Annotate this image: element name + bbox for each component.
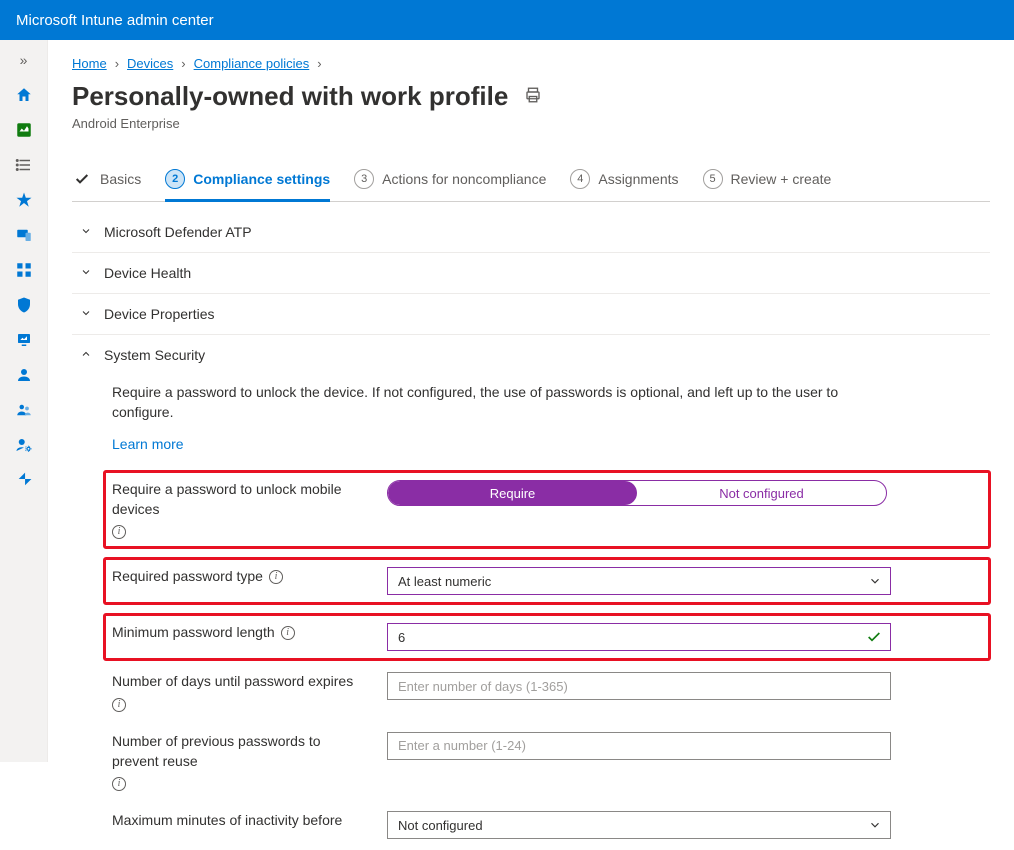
input-min-length[interactable]: 6 xyxy=(387,623,891,651)
tab-review-create[interactable]: 5 Review + create xyxy=(703,159,832,201)
input-previous-reuse[interactable]: Enter a number (1-24) xyxy=(387,732,891,760)
step-number: 3 xyxy=(354,169,374,189)
toggle-option-not-configured[interactable]: Not configured xyxy=(637,481,886,505)
checkmark-icon xyxy=(72,169,92,189)
tab-label: Actions for noncompliance xyxy=(382,171,546,187)
label-expire-days: Number of days until password expires i xyxy=(112,672,367,712)
label-min-length: Minimum password length i xyxy=(112,623,367,643)
select-value: At least numeric xyxy=(398,574,491,589)
checkmark-icon xyxy=(866,629,882,648)
chevron-down-icon xyxy=(80,224,92,240)
section-defender-atp[interactable]: Microsoft Defender ATP xyxy=(72,212,990,252)
tab-assignments[interactable]: 4 Assignments xyxy=(570,159,678,201)
endpoint-security-icon[interactable] xyxy=(15,296,33,317)
users-icon[interactable] xyxy=(15,366,33,387)
step-number: 4 xyxy=(570,169,590,189)
breadcrumb: Home › Devices › Compliance policies › xyxy=(72,56,990,71)
troubleshoot-icon[interactable] xyxy=(15,471,33,492)
dashboard-icon[interactable] xyxy=(15,121,33,142)
tenant-admin-icon[interactable] xyxy=(15,436,33,457)
devices-icon[interactable] xyxy=(15,226,33,247)
tab-label: Review + create xyxy=(731,171,832,187)
chevron-up-icon xyxy=(80,347,92,363)
info-icon[interactable]: i xyxy=(112,698,126,712)
label-require-password: Require a password to unlock mobile devi… xyxy=(112,480,367,539)
main-content: Home › Devices › Compliance policies › P… xyxy=(48,40,1014,850)
section-label: Device Properties xyxy=(104,306,215,322)
groups-icon[interactable] xyxy=(15,401,33,422)
info-icon[interactable]: i xyxy=(269,570,283,584)
app-title: Microsoft Intune admin center xyxy=(16,12,214,29)
chevron-down-icon xyxy=(868,574,882,591)
chevron-right-icon: › xyxy=(115,56,119,71)
input-placeholder: Enter a number (1-24) xyxy=(398,738,526,753)
expand-sidebar-icon[interactable]: » xyxy=(20,48,28,72)
label-password-type: Required password type i xyxy=(112,567,367,587)
select-value: Not configured xyxy=(398,818,483,833)
input-placeholder: Enter number of days (1-365) xyxy=(398,679,568,694)
wizard-tabs: Basics 2 Compliance settings 3 Actions f… xyxy=(72,159,990,202)
tab-basics[interactable]: Basics xyxy=(72,159,141,201)
select-inactivity[interactable]: Not configured xyxy=(387,811,891,839)
tab-compliance-settings[interactable]: 2 Compliance settings xyxy=(165,159,330,201)
highlight-min-length: Minimum password length i 6 xyxy=(103,613,991,661)
learn-more-link[interactable]: Learn more xyxy=(112,436,184,452)
section-label: System Security xyxy=(104,347,205,363)
chevron-right-icon: › xyxy=(317,56,321,71)
reports-icon[interactable] xyxy=(15,331,33,352)
info-icon[interactable]: i xyxy=(281,626,295,640)
breadcrumb-home[interactable]: Home xyxy=(72,56,107,71)
section-label: Microsoft Defender ATP xyxy=(104,224,252,240)
favorites-icon[interactable] xyxy=(15,191,33,212)
info-icon[interactable]: i xyxy=(112,777,126,791)
input-value: 6 xyxy=(398,630,405,645)
section-device-health[interactable]: Device Health xyxy=(72,253,990,293)
page-title: Personally-owned with work profile xyxy=(72,81,508,112)
apps-icon[interactable] xyxy=(15,261,33,282)
section-device-properties[interactable]: Device Properties xyxy=(72,294,990,334)
tab-label: Assignments xyxy=(598,171,678,187)
sidebar-nav: » xyxy=(0,40,48,762)
step-number: 5 xyxy=(703,169,723,189)
info-icon[interactable]: i xyxy=(112,525,126,539)
label-inactivity: Maximum minutes of inactivity before xyxy=(112,811,367,831)
toggle-require-password[interactable]: Require Not configured xyxy=(387,480,887,506)
topbar: Microsoft Intune admin center xyxy=(0,0,1014,40)
section-label: Device Health xyxy=(104,265,191,281)
input-expire-days[interactable]: Enter number of days (1-365) xyxy=(387,672,891,700)
step-number: 2 xyxy=(165,169,185,189)
tab-label: Basics xyxy=(100,171,141,187)
highlight-require-password: Require a password to unlock mobile devi… xyxy=(103,470,991,549)
settings-accordion: Microsoft Defender ATP Device Health Dev… xyxy=(72,212,990,850)
select-password-type[interactable]: At least numeric xyxy=(387,567,891,595)
toggle-option-require[interactable]: Require xyxy=(388,481,637,505)
list-icon[interactable] xyxy=(15,156,33,177)
page-subtitle: Android Enterprise xyxy=(72,116,990,131)
chevron-right-icon: › xyxy=(181,56,185,71)
home-icon[interactable] xyxy=(15,86,33,107)
tab-label: Compliance settings xyxy=(193,171,330,187)
chevron-down-icon xyxy=(80,265,92,281)
chevron-down-icon xyxy=(80,306,92,322)
section-system-security[interactable]: System Security xyxy=(72,335,990,375)
chevron-down-icon xyxy=(868,818,882,835)
section-description: Require a password to unlock the device.… xyxy=(112,383,892,422)
highlight-password-type: Required password type i At least numeri… xyxy=(103,557,991,605)
system-security-body: Require a password to unlock the device.… xyxy=(72,375,990,850)
breadcrumb-devices[interactable]: Devices xyxy=(127,56,173,71)
tab-actions-noncompliance[interactable]: 3 Actions for noncompliance xyxy=(354,159,546,201)
breadcrumb-compliance[interactable]: Compliance policies xyxy=(194,56,310,71)
print-icon[interactable] xyxy=(524,86,542,107)
